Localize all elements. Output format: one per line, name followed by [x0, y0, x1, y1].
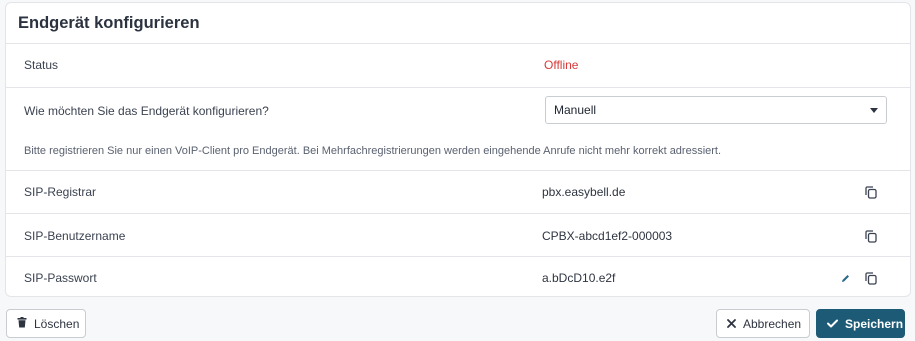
sip-password-label: SIP-Passwort	[24, 271, 97, 285]
card-header: Endgerät konfigurieren	[6, 3, 910, 44]
sip-username-value: CPBX-abcd1ef2-000003	[542, 229, 673, 243]
sip-registrar-value: pbx.easybell.de	[542, 185, 626, 199]
card-title: Endgerät konfigurieren	[18, 13, 200, 32]
delete-button[interactable]: Löschen	[6, 309, 86, 338]
sip-registrar-row: SIP-Registrar pbx.easybell.de	[6, 170, 910, 213]
copy-icon[interactable]	[863, 270, 879, 286]
sip-username-row: SIP-Benutzername CPBX-abcd1ef2-000003	[6, 213, 910, 256]
sip-registrar-label: SIP-Registrar	[24, 185, 97, 199]
device-config-card: Endgerät konfigurieren Status Offline Wi…	[5, 2, 911, 297]
trash-icon	[17, 316, 27, 331]
close-icon	[727, 317, 736, 331]
cancel-button-label: Abbrechen	[743, 316, 802, 331]
status-row: Status Offline	[6, 44, 910, 87]
config-mode-selected-value: Manuell	[554, 103, 597, 117]
cancel-button[interactable]: Abbrechen	[716, 309, 810, 338]
copy-icon[interactable]	[863, 228, 879, 244]
check-icon	[827, 317, 838, 331]
config-hint-text: Bitte registrieren Sie nur einen VoIP-Cl…	[24, 145, 722, 157]
status-value: Offline	[544, 58, 579, 72]
config-question-label: Wie möchten Sie das Endgerät konfigurier…	[24, 104, 269, 118]
status-label: Status	[24, 58, 59, 72]
pencil-icon[interactable]	[837, 270, 853, 286]
save-button-label: Speichern	[845, 316, 904, 331]
sip-username-label: SIP-Benutzername	[24, 229, 126, 243]
save-button[interactable]: Speichern	[816, 309, 905, 338]
delete-button-label: Löschen	[34, 316, 80, 331]
config-mode-select[interactable]: Manuell	[545, 96, 887, 124]
sip-password-value: a.bDcD10.e2f	[542, 271, 616, 285]
config-row: Wie möchten Sie das Endgerät konfigurier…	[6, 87, 910, 170]
caret-down-icon	[870, 108, 878, 113]
copy-icon[interactable]	[863, 184, 879, 200]
sip-password-row: SIP-Passwort a.bDcD10.e2f	[6, 256, 910, 296]
